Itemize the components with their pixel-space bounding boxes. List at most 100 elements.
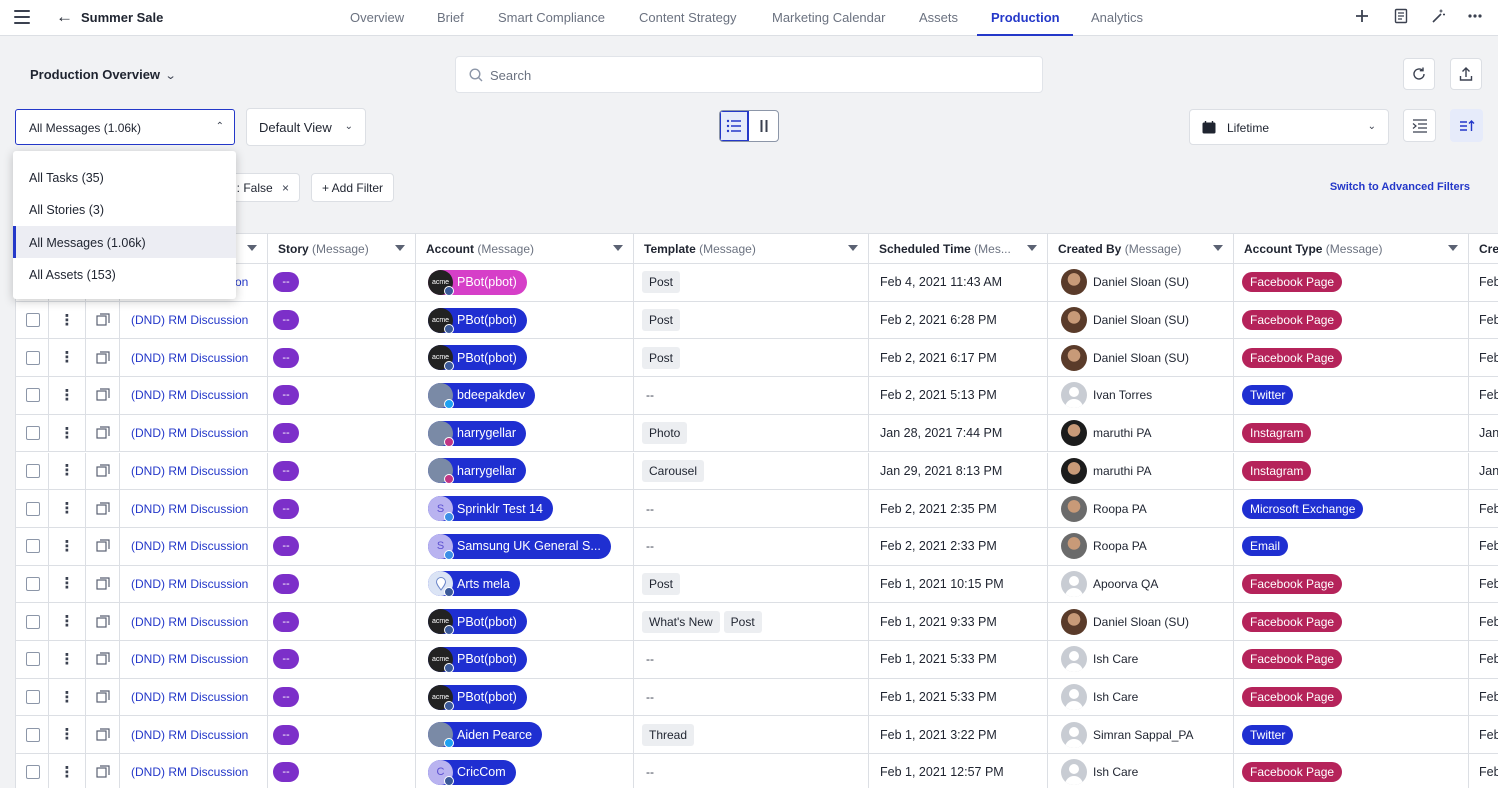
- message-title-link[interactable]: (DND) RM Discussion: [120, 577, 248, 591]
- header-account-type[interactable]: Account Type (Message): [1234, 234, 1469, 264]
- message-title-link[interactable]: (DND) RM Discussion: [120, 426, 248, 440]
- story-pill[interactable]: --: [273, 573, 299, 594]
- table-row[interactable]: ⋮ (DND) RM Discussion -- bdeepakdev -- Feb 2,…: [16, 377, 1498, 415]
- row-checkbox[interactable]: [26, 463, 40, 478]
- tab-marketing-calendar[interactable]: Marketing Calendar: [772, 10, 885, 25]
- story-pill[interactable]: --: [273, 762, 299, 783]
- account-pill[interactable]: acme PBot(pbot): [428, 307, 527, 334]
- tab-smart-compliance[interactable]: Smart Compliance: [498, 10, 605, 25]
- account-pill[interactable]: harrygellar: [428, 458, 527, 485]
- open-in-panel-icon[interactable]: [96, 577, 110, 591]
- more-vertical-icon[interactable]: ⋮: [49, 576, 85, 591]
- account-pill[interactable]: bdeepakdev: [428, 382, 536, 409]
- open-in-panel-icon[interactable]: [96, 765, 110, 779]
- row-checkbox[interactable]: [26, 614, 40, 629]
- story-pill[interactable]: --: [273, 423, 299, 444]
- table-row[interactable]: ⋮(DND) RM Discussion--acmePBot(pbot)Post…: [16, 264, 1498, 302]
- open-in-panel-icon[interactable]: [96, 388, 110, 402]
- back-arrow-icon[interactable]: ←: [56, 8, 73, 26]
- story-pill[interactable]: --: [273, 687, 299, 708]
- row-checkbox[interactable]: [26, 690, 40, 705]
- search-bar[interactable]: [455, 56, 1043, 93]
- row-checkbox[interactable]: [26, 765, 40, 780]
- more-vertical-icon[interactable]: ⋮: [49, 614, 85, 629]
- caret-down-icon[interactable]: [247, 245, 257, 251]
- account-pill[interactable]: harrygellar: [428, 420, 527, 447]
- caret-down-icon[interactable]: [1448, 245, 1458, 251]
- table-row[interactable]: ⋮ (DND) RM Discussion -- harrygellar Carouse…: [16, 452, 1498, 491]
- caret-down-icon[interactable]: [1027, 245, 1037, 251]
- table-row[interactable]: ⋮ (DND) RM Discussion -- acme PBot(pbot) -- Fe…: [16, 641, 1498, 679]
- story-pill[interactable]: --: [273, 347, 299, 368]
- more-vertical-icon[interactable]: ⋮: [49, 463, 85, 478]
- row-checkbox[interactable]: [26, 313, 40, 328]
- menu-item-all-assets[interactable]: All Assets (153): [13, 258, 236, 290]
- table-row[interactable]: ⋮ (DND) RM Discussion -- S Samsung UK Genera…: [16, 527, 1498, 566]
- story-pill[interactable]: --: [273, 498, 299, 519]
- story-pill[interactable]: --: [273, 536, 299, 557]
- message-title-link[interactable]: (DND) RM Discussion: [120, 615, 248, 629]
- more-vertical-icon[interactable]: ⋮: [49, 350, 85, 365]
- story-pill[interactable]: --: [273, 724, 299, 745]
- story-pill[interactable]: --: [273, 611, 299, 632]
- hamburger-menu-icon[interactable]: [14, 10, 30, 24]
- open-in-panel-icon[interactable]: [96, 426, 110, 440]
- tab-analytics[interactable]: Analytics: [1091, 10, 1143, 25]
- header-created[interactable]: Cre: [1469, 234, 1498, 264]
- document-icon[interactable]: [1392, 8, 1410, 26]
- open-in-panel-icon[interactable]: [96, 464, 110, 478]
- messages-type-dropdown[interactable]: All Messages (1.06k) ⌃: [15, 109, 235, 145]
- message-title-link[interactable]: (DND) RM Discussion: [120, 388, 248, 402]
- caret-down-icon[interactable]: [848, 245, 858, 251]
- table-row[interactable]: ⋮ (DND) RM Discussion -- harrygellar Photo Ja…: [16, 414, 1498, 453]
- add-filter-button[interactable]: + Add Filter: [311, 173, 395, 202]
- table-row[interactable]: ⋮ (DND) RM Discussion -- acme PBot(pbot) -- Fe…: [16, 678, 1498, 717]
- header-scheduled-time[interactable]: Scheduled Time (Mes...: [869, 234, 1048, 264]
- account-pill[interactable]: acme PBot(pbot): [428, 269, 527, 296]
- open-in-panel-icon[interactable]: [96, 728, 110, 742]
- more-vertical-icon[interactable]: ⋮: [49, 426, 85, 441]
- table-row[interactable]: ⋮ (DND) RM Discussion -- S Sprinklr Test 14 -…: [16, 490, 1498, 528]
- more-vertical-icon[interactable]: ⋮: [49, 388, 85, 403]
- caret-down-icon[interactable]: [613, 245, 623, 251]
- open-in-panel-icon[interactable]: [96, 539, 110, 553]
- date-range-dropdown[interactable]: Lifetime ⌄: [1189, 109, 1389, 145]
- plus-icon[interactable]: [1353, 8, 1371, 26]
- row-checkbox[interactable]: [26, 426, 40, 441]
- more-vertical-icon[interactable]: ⋮: [49, 313, 85, 328]
- open-in-panel-icon[interactable]: [96, 615, 110, 629]
- table-row[interactable]: ⋮(DND) RM Discussion--acmePBot(pbot)Post…: [16, 339, 1498, 378]
- close-icon[interactable]: ×: [282, 181, 289, 195]
- open-in-panel-icon[interactable]: [96, 313, 110, 327]
- sort-button[interactable]: [1450, 109, 1483, 142]
- account-pill[interactable]: acme PBot(pbot): [428, 684, 527, 711]
- table-row[interactable]: ⋮ (DND) RM Discussion -- Aiden Pearce Thread…: [16, 716, 1498, 755]
- message-title-link[interactable]: (DND) RM Discussion: [120, 690, 248, 704]
- tab-brief[interactable]: Brief: [437, 10, 464, 25]
- indent-columns-button[interactable]: [1403, 109, 1436, 142]
- menu-item-all-stories[interactable]: All Stories (3): [13, 193, 236, 225]
- story-pill[interactable]: --: [273, 649, 299, 670]
- list-view-toggle[interactable]: [720, 111, 750, 141]
- header-story[interactable]: Story (Message): [268, 234, 416, 264]
- row-checkbox[interactable]: [26, 539, 40, 554]
- search-input[interactable]: [490, 65, 1030, 85]
- more-vertical-icon[interactable]: ⋮: [49, 501, 85, 516]
- message-title-link[interactable]: (DND) RM Discussion: [120, 728, 248, 742]
- open-in-panel-icon[interactable]: [96, 351, 110, 365]
- account-pill[interactable]: Aiden Pearce: [428, 722, 543, 749]
- menu-item-all-messages[interactable]: All Messages (1.06k): [13, 226, 236, 258]
- more-vertical-icon[interactable]: ⋮: [49, 727, 85, 742]
- account-pill[interactable]: acme PBot(pbot): [428, 646, 527, 673]
- row-checkbox[interactable]: [26, 388, 40, 403]
- more-horizontal-icon[interactable]: [1466, 8, 1484, 26]
- header-created-by[interactable]: Created By (Message): [1048, 234, 1234, 264]
- account-pill[interactable]: S Samsung UK General S...: [428, 533, 611, 560]
- caret-down-icon[interactable]: [395, 245, 405, 251]
- more-vertical-icon[interactable]: ⋮: [49, 765, 85, 780]
- row-checkbox[interactable]: [26, 576, 40, 591]
- tab-assets[interactable]: Assets: [919, 10, 958, 25]
- row-checkbox[interactable]: [26, 350, 40, 365]
- story-pill[interactable]: --: [273, 310, 299, 331]
- view-dropdown[interactable]: Default View ⌄: [246, 108, 366, 146]
